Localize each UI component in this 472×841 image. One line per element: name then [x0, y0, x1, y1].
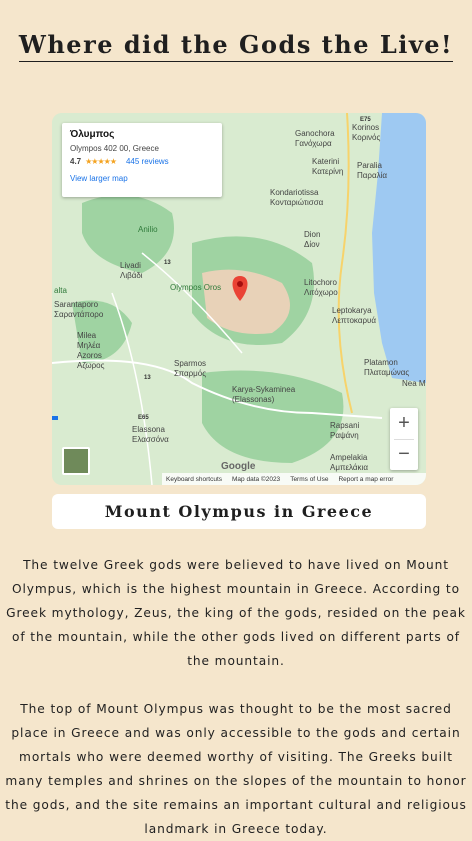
map-label: Ganochora Γανόχωρα	[295, 129, 335, 148]
zoom-control: + −	[390, 408, 418, 470]
reviews-link[interactable]: 445 reviews	[126, 157, 169, 166]
rating-row: 4.7 ★★★★★ 445 reviews	[70, 157, 214, 166]
zoom-in-button[interactable]: +	[390, 408, 418, 439]
map-label: Azoros Αζωρος	[77, 351, 105, 370]
map-label: Dion Δίον	[304, 230, 321, 249]
map-label: alta	[54, 286, 67, 295]
star-rating-icon: ★★★★★	[85, 157, 117, 166]
page-title: Where did the Gods the Live!	[18, 30, 454, 62]
place-info-card: Όλυμπος Olympos 402 00, Greece 4.7 ★★★★★…	[62, 123, 222, 197]
rating-value: 4.7	[70, 157, 82, 166]
map-label: Olympos Oros	[170, 283, 222, 292]
map-label: Nea M	[402, 379, 426, 388]
map-label: Rapsani Ραψάνη	[330, 421, 360, 440]
map-label: Leptokarya Λεπτοκαρυά	[332, 306, 377, 325]
road-shield: E75	[360, 117, 371, 123]
map-label: Paralia Παραλία	[357, 161, 387, 180]
page-header: Where did the Gods the Live!	[0, 30, 472, 62]
map-label: Korinos Κορινός	[352, 123, 381, 142]
map-data-text: Map data ©2023	[232, 475, 281, 483]
map-label: Litochoro Λιτόχωρο	[304, 278, 338, 297]
map-label: Milea Μηλέα	[77, 331, 101, 350]
place-name: Όλυμπος	[70, 129, 115, 140]
embedded-map[interactable]: Korinos Κορινός Ganochora Γανόχωρα Katerin…	[52, 113, 426, 485]
terms-link[interactable]: Terms of Use	[290, 476, 328, 483]
map-caption: Mount Olympus in Greece	[52, 494, 426, 529]
road-shield: 13	[144, 375, 151, 381]
zoom-divider	[394, 439, 414, 440]
map-label: Elassona Ελασσόνα	[132, 425, 169, 444]
map-label: Sarantaporo Σαραντάπορο	[54, 300, 104, 319]
map-attribution: Keyboard shortcuts Map data ©2023 Terms …	[162, 473, 426, 485]
map-label: Katerini Κατερίνη	[312, 157, 344, 176]
keyboard-shortcuts-link[interactable]: Keyboard shortcuts	[166, 476, 222, 483]
map-label: Anilio	[138, 225, 158, 234]
map-label: Karya-Sykaminea (Elassonas)	[232, 385, 296, 404]
satellite-toggle[interactable]	[62, 447, 90, 475]
map-label: Kondariotissa Κονταριώτισσα	[270, 188, 324, 207]
map-label: Platamon Πλαταμώνας	[364, 358, 410, 377]
view-larger-map-link[interactable]: View larger map	[70, 174, 214, 183]
paragraph: The twelve Greek gods were believed to h…	[6, 558, 466, 668]
place-address: Olympos 402 00, Greece	[70, 144, 159, 153]
map-label: Sparmos Σπαρμός	[174, 359, 207, 378]
report-error-link[interactable]: Report a map error	[338, 476, 393, 483]
google-logo: Google	[221, 461, 256, 472]
paragraph: The top of Mount Olympus was thought to …	[5, 702, 467, 836]
road-shield: E65	[138, 415, 149, 421]
map-label: Ampelakia Αμπελάκια	[330, 453, 368, 472]
zoom-out-button[interactable]: −	[390, 439, 418, 470]
road-shield: 13	[164, 260, 171, 266]
map-label: Livadi Λιβάδι	[120, 261, 143, 280]
